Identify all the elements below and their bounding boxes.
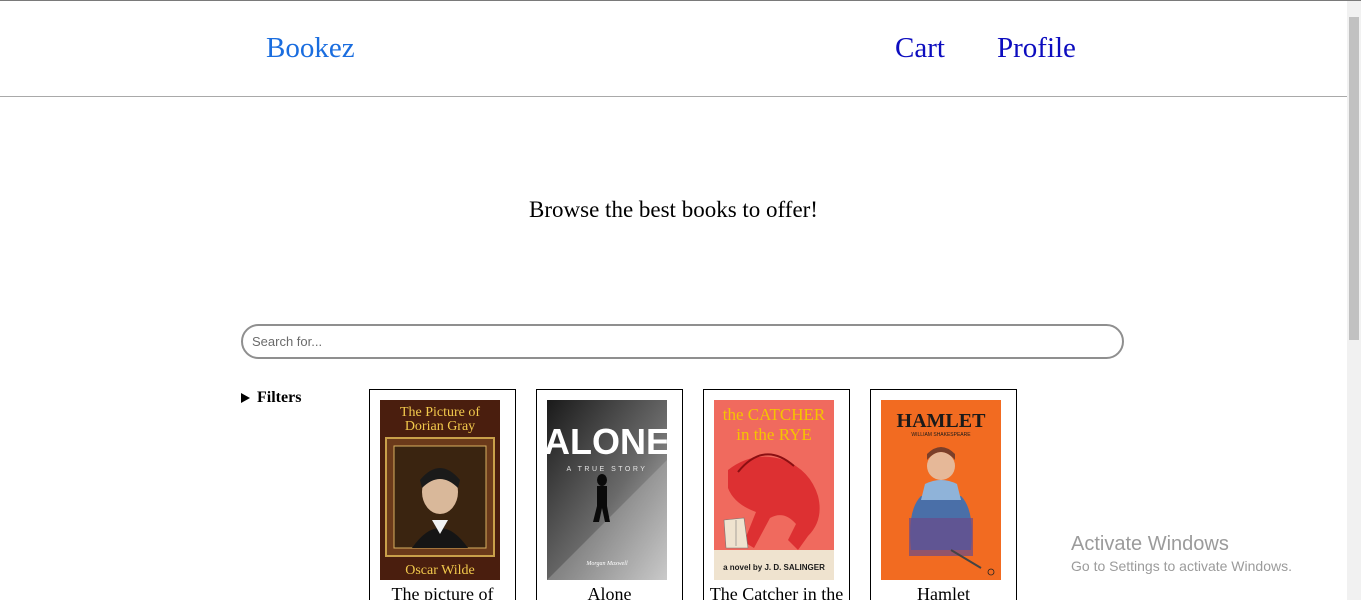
search-input[interactable] xyxy=(241,324,1124,359)
disclosure-triangle-icon xyxy=(241,393,250,403)
book-grid: The Picture of Dorian Gray Oscar Wilde T… xyxy=(369,389,1017,600)
svg-text:WILLIAM SHAKESPEARE: WILLIAM SHAKESPEARE xyxy=(911,432,971,438)
filters-label: Filters xyxy=(257,389,302,406)
hero-tagline: Browse the best books to offer! xyxy=(529,197,818,222)
book-cover-catcher-in-the-rye: the CATCHER in the RYE a novel by J. D. … xyxy=(714,400,834,580)
svg-text:Morgan Maxwell: Morgan Maxwell xyxy=(585,561,628,567)
nav-profile-link[interactable]: Profile xyxy=(997,29,1076,67)
book-cover-image: ALONE A TRUE STORY Morgan Maxwell xyxy=(547,400,667,580)
svg-text:The Picture of: The Picture of xyxy=(400,405,480,420)
book-title: Alone xyxy=(587,584,632,600)
book-cover-hamlet: HAMLET WILLIAM SHAKESPEARE xyxy=(881,400,1001,580)
page: Bookez Cart Profile Browse the best book… xyxy=(0,0,1361,600)
watermark-title: Activate Windows xyxy=(1071,533,1229,555)
filters-toggle[interactable]: Filters xyxy=(241,387,301,409)
svg-text:a novel by J. D. SALINGER: a novel by J. D. SALINGER xyxy=(723,563,825,572)
book-card-alone[interactable]: ALONE A TRUE STORY Morgan Maxwell Alone xyxy=(536,389,683,600)
svg-text:HAMLET: HAMLET xyxy=(897,410,987,432)
book-cover-dorian-gray: The Picture of Dorian Gray Oscar Wilde xyxy=(380,400,500,580)
nav-cart-link[interactable]: Cart xyxy=(895,29,945,67)
svg-text:in the RYE: in the RYE xyxy=(736,425,812,444)
book-card-hamlet[interactable]: HAMLET WILLIAM SHAKESPEARE Hamlet xyxy=(870,389,1017,600)
svg-text:Dorian Gray: Dorian Gray xyxy=(405,419,475,434)
svg-text:ALONE: ALONE xyxy=(547,421,667,462)
book-card-dorian-gray[interactable]: The Picture of Dorian Gray Oscar Wilde T… xyxy=(369,389,516,600)
watermark-subtitle: Go to Settings to activate Windows. xyxy=(1071,558,1292,574)
vertical-scrollbar[interactable] xyxy=(1347,1,1361,600)
scrollbar-thumb[interactable] xyxy=(1349,17,1359,340)
svg-text:Oscar Wilde: Oscar Wilde xyxy=(405,563,475,578)
book-title: Hamlet xyxy=(917,584,970,600)
book-title: The picture of Dorian Gray xyxy=(391,584,494,600)
svg-text:A TRUE STORY: A TRUE STORY xyxy=(567,466,648,473)
book-card-catcher-in-the-rye[interactable]: the CATCHER in the RYE a novel by J. D. … xyxy=(703,389,850,600)
book-cover-image: The Picture of Dorian Gray Oscar Wilde xyxy=(380,400,500,580)
book-cover-alone: ALONE A TRUE STORY Morgan Maxwell xyxy=(547,400,667,580)
brand-link[interactable]: Bookez xyxy=(266,29,355,67)
book-cover-image: HAMLET WILLIAM SHAKESPEARE xyxy=(881,400,1001,580)
book-cover-image: the CATCHER in the RYE a novel by J. D. … xyxy=(714,400,834,580)
site-header: Bookez Cart Profile xyxy=(0,1,1347,97)
svg-text:the CATCHER: the CATCHER xyxy=(723,405,826,424)
book-title: The Catcher in the Rye xyxy=(709,584,844,600)
activate-windows-watermark: Activate Windows Go to Settings to activ… xyxy=(1071,532,1292,576)
